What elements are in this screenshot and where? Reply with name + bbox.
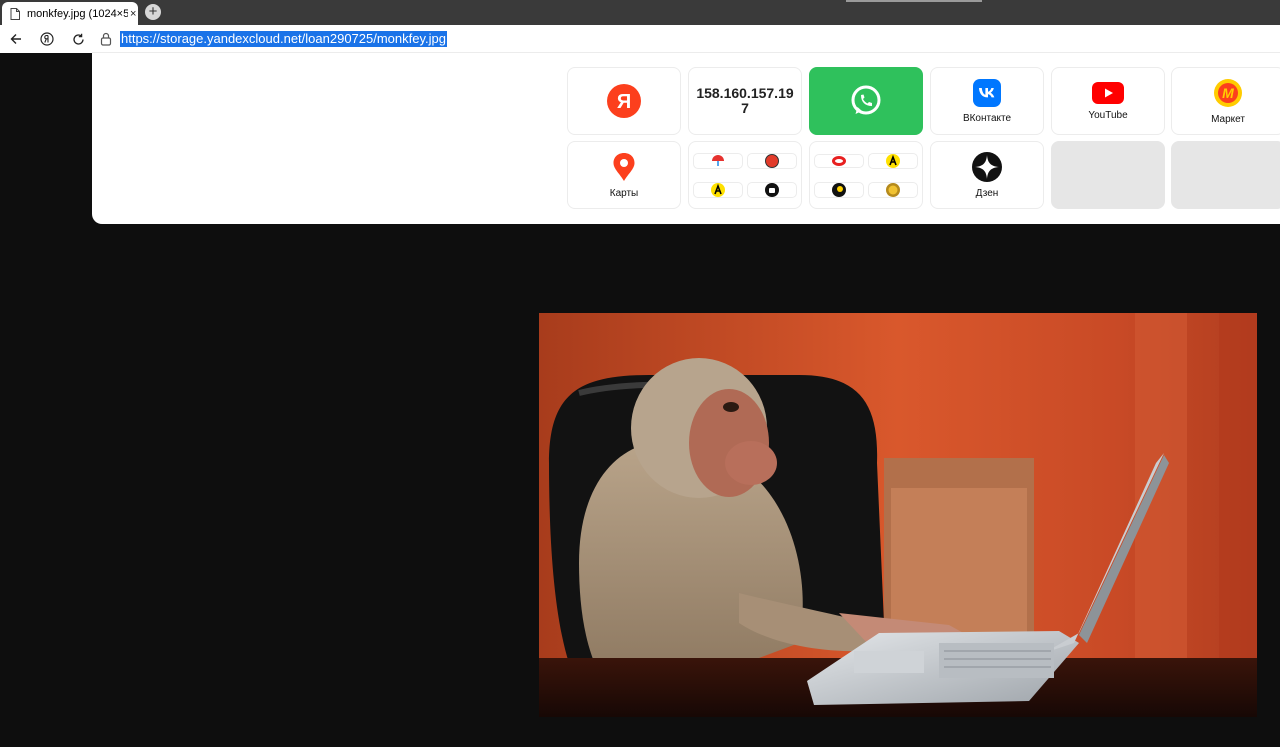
yandex-icon: Я <box>607 84 641 118</box>
tile-folder-group-1[interactable] <box>688 141 802 209</box>
map-pin-icon <box>613 152 635 181</box>
file-icon <box>10 7 20 20</box>
ip-address-label: 158.160.157.197 <box>696 85 794 116</box>
tile-maps[interactable]: Карты <box>567 141 681 209</box>
back-button[interactable] <box>6 29 26 49</box>
tab-strip: monkfey.jpg (1024×576) × + <box>0 0 1280 25</box>
youtube-icon <box>1092 81 1124 104</box>
tile-vk-label: ВКонтакте <box>962 112 1012 124</box>
dzen-icon <box>972 151 1002 182</box>
tile-empty-slot[interactable] <box>1051 141 1165 209</box>
reload-button[interactable] <box>68 29 88 49</box>
back-arrow-icon <box>10 34 21 44</box>
tile-youtube[interactable]: YouTube <box>1051 67 1165 135</box>
tile-maps-label: Карты <box>609 187 639 199</box>
tile-vk[interactable]: ВКонтакте <box>930 67 1044 135</box>
lock-icon[interactable] <box>100 32 112 46</box>
tile-whatsapp[interactable] <box>809 67 923 135</box>
whatsapp-icon <box>851 85 881 115</box>
mini-black-yellow-icon <box>814 181 864 198</box>
tile-dzen-label: Дзен <box>975 187 999 199</box>
mini-afisha-icon-2 <box>868 152 918 169</box>
tile-ip-address[interactable]: 158.160.157.197 <box>688 67 802 135</box>
tile-market[interactable]: M Маркет <box>1171 67 1280 135</box>
tile-market-label: Маркет <box>1211 113 1245 125</box>
close-tab-icon[interactable]: × <box>130 8 136 20</box>
reload-icon <box>72 33 84 45</box>
divider <box>92 52 1280 53</box>
mini-umbrella-icon <box>693 152 743 169</box>
tile-dzen[interactable]: Дзен <box>930 141 1044 209</box>
yandex-home-button[interactable] <box>37 29 57 49</box>
market-icon: M <box>1214 78 1242 107</box>
tile-youtube-label: YouTube <box>1088 109 1128 121</box>
mini-red-oval-icon <box>814 153 864 168</box>
svg-text:Я: Я <box>617 91 631 113</box>
vk-icon <box>973 78 1001 107</box>
tile-empty-slot[interactable] <box>1171 141 1280 209</box>
mini-dark-icon <box>747 181 797 198</box>
yandex-circle-icon <box>40 32 54 46</box>
address-dropdown-panel: Я 158.160.157.197 ВКонтакте YouTube M Ма… <box>92 25 1280 224</box>
svg-text:M: M <box>1222 85 1234 101</box>
mini-gold-icon <box>868 181 918 198</box>
new-tab-button[interactable]: + <box>145 4 161 20</box>
tile-yandex[interactable]: Я <box>567 67 681 135</box>
tab-strip-indicator <box>846 0 982 2</box>
tab-title: monkfey.jpg (1024×576) <box>27 7 128 20</box>
mini-avatar-icon <box>747 152 797 169</box>
address-bar-url[interactable]: https://storage.yandexcloud.net/loan2907… <box>120 31 447 47</box>
tab-monkfey[interactable]: monkfey.jpg (1024×576) × <box>2 2 138 25</box>
mini-afisha-icon <box>693 181 743 198</box>
monkey-photo <box>539 313 1257 717</box>
tile-folder-group-2[interactable] <box>809 141 923 209</box>
